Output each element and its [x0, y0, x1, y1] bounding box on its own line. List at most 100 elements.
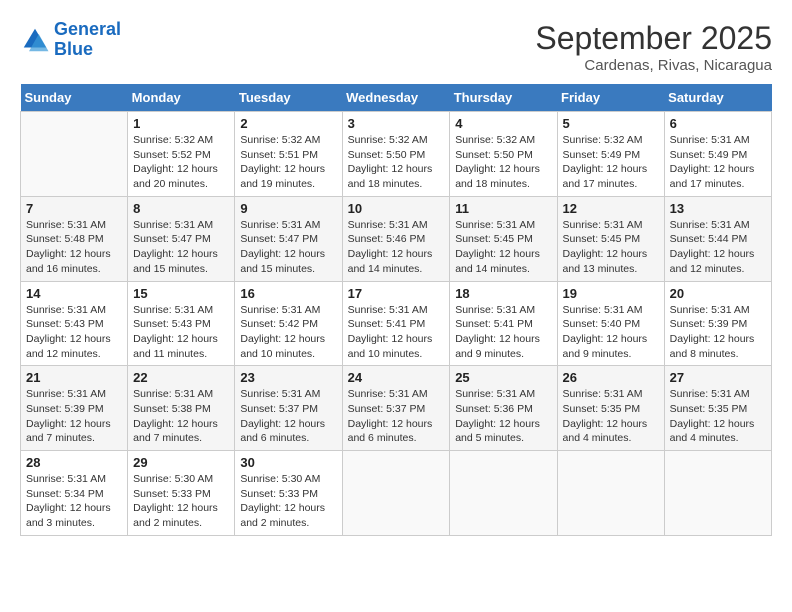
day-number: 26: [563, 370, 659, 385]
day-number: 15: [133, 286, 229, 301]
day-number: 27: [670, 370, 766, 385]
day-number: 25: [455, 370, 551, 385]
day-header-thursday: Thursday: [450, 84, 557, 112]
calendar-cell: 28 Sunrise: 5:31 AM Sunset: 5:34 PM Dayli…: [21, 451, 128, 536]
day-number: 6: [670, 116, 766, 131]
calendar-cell: [664, 451, 771, 536]
calendar-cell: 8Sunrise: 5:31 AM Sunset: 5:47 PM Daylig…: [128, 196, 235, 281]
calendar-cell: 23Sunrise: 5:31 AM Sunset: 5:37 PM Dayli…: [235, 366, 342, 451]
day-header-friday: Friday: [557, 84, 664, 112]
cell-info: Sunrise: 5:31 AM Sunset: 5:43 PM Dayligh…: [133, 303, 229, 362]
cell-info: Sunrise: 5:32 AM Sunset: 5:52 PM Dayligh…: [133, 133, 229, 192]
logo-line2: Blue: [54, 39, 93, 59]
day-number: 14: [26, 286, 122, 301]
calendar-cell: 11 Sunrise: 5:31 AM Sunset: 5:45 PM Dayli…: [450, 196, 557, 281]
day-header-saturday: Saturday: [664, 84, 771, 112]
day-number: 8: [133, 201, 229, 216]
calendar-cell: 26 Sunrise: 5:31 AM Sunset: 5:35 PM Dayli…: [557, 366, 664, 451]
calendar-cell: [342, 451, 450, 536]
calendar-week-4: 21Sunrise: 5:31 AM Sunset: 5:39 PM Dayli…: [21, 366, 772, 451]
day-header-sunday: Sunday: [21, 84, 128, 112]
calendar-cell: 25 Sunrise: 5:31 AM Sunset: 5:36 PM Dayli…: [450, 366, 557, 451]
day-header-tuesday: Tuesday: [235, 84, 342, 112]
cell-info: Sunrise: 5:31 AM Sunset: 5:37 PM Dayligh…: [240, 387, 336, 446]
day-header-wednesday: Wednesday: [342, 84, 450, 112]
cell-info: Sunrise: 5:31 AM Sunset: 5:44 PM Dayligh…: [670, 218, 766, 277]
day-number: 24: [348, 370, 445, 385]
day-number: 18: [455, 286, 551, 301]
calendar-cell: 9 Sunrise: 5:31 AM Sunset: 5:47 PM Daylig…: [235, 196, 342, 281]
cell-info: Sunrise: 5:31 AM Sunset: 5:35 PM Dayligh…: [563, 387, 659, 446]
day-number: 17: [348, 286, 445, 301]
day-number: 5: [563, 116, 659, 131]
cell-info: Sunrise: 5:31 AM Sunset: 5:40 PM Dayligh…: [563, 303, 659, 362]
cell-info: Sunrise: 5:31 AM Sunset: 5:46 PM Dayligh…: [348, 218, 445, 277]
cell-info: Sunrise: 5:31 AM Sunset: 5:39 PM Dayligh…: [670, 303, 766, 362]
day-number: 7: [26, 201, 122, 216]
calendar-cell: 27 Sunrise: 5:31 AM Sunset: 5:35 PM Dayli…: [664, 366, 771, 451]
day-number: 4: [455, 116, 551, 131]
logo-line1: General: [54, 19, 121, 39]
calendar-cell: 17 Sunrise: 5:31 AM Sunset: 5:41 PM Dayli…: [342, 281, 450, 366]
calendar-cell: 7 Sunrise: 5:31 AM Sunset: 5:48 PM Daylig…: [21, 196, 128, 281]
month-title: September 2025: [535, 20, 772, 57]
calendar-cell: 20 Sunrise: 5:31 AM Sunset: 5:39 PM Dayli…: [664, 281, 771, 366]
cell-info: Sunrise: 5:32 AM Sunset: 5:51 PM Dayligh…: [240, 133, 336, 192]
logo: General Blue: [20, 20, 121, 60]
calendar-cell: 5 Sunrise: 5:32 AM Sunset: 5:49 PM Daylig…: [557, 112, 664, 197]
day-number: 13: [670, 201, 766, 216]
cell-info: Sunrise: 5:31 AM Sunset: 5:37 PM Dayligh…: [348, 387, 445, 446]
calendar-cell: 6 Sunrise: 5:31 AM Sunset: 5:49 PM Daylig…: [664, 112, 771, 197]
cell-info: Sunrise: 5:31 AM Sunset: 5:39 PM Dayligh…: [26, 387, 122, 446]
calendar-cell: 18 Sunrise: 5:31 AM Sunset: 5:41 PM Dayli…: [450, 281, 557, 366]
cell-info: Sunrise: 5:31 AM Sunset: 5:47 PM Dayligh…: [240, 218, 336, 277]
calendar-cell: 12Sunrise: 5:31 AM Sunset: 5:45 PM Dayli…: [557, 196, 664, 281]
calendar-cell: 19 Sunrise: 5:31 AM Sunset: 5:40 PM Dayli…: [557, 281, 664, 366]
day-number: 10: [348, 201, 445, 216]
logo-text: General Blue: [54, 20, 121, 60]
calendar-cell: 1 Sunrise: 5:32 AM Sunset: 5:52 PM Daylig…: [128, 112, 235, 197]
cell-info: Sunrise: 5:31 AM Sunset: 5:45 PM Dayligh…: [563, 218, 659, 277]
cell-info: Sunrise: 5:32 AM Sunset: 5:49 PM Dayligh…: [563, 133, 659, 192]
day-number: 30: [240, 455, 336, 470]
header: General Blue September 2025 Cardenas, Ri…: [20, 20, 772, 74]
calendar-cell: 15 Sunrise: 5:31 AM Sunset: 5:43 PM Dayli…: [128, 281, 235, 366]
day-number: 3: [348, 116, 445, 131]
day-number: 11: [455, 201, 551, 216]
cell-info: Sunrise: 5:31 AM Sunset: 5:41 PM Dayligh…: [348, 303, 445, 362]
cell-info: Sunrise: 5:32 AM Sunset: 5:50 PM Dayligh…: [455, 133, 551, 192]
calendar-cell: 14 Sunrise: 5:31 AM Sunset: 5:43 PM Dayli…: [21, 281, 128, 366]
day-number: 28: [26, 455, 122, 470]
calendar-cell: 16Sunrise: 5:31 AM Sunset: 5:42 PM Dayli…: [235, 281, 342, 366]
calendar-cell: 3Sunrise: 5:32 AM Sunset: 5:50 PM Daylig…: [342, 112, 450, 197]
day-number: 9: [240, 201, 336, 216]
logo-icon: [20, 25, 50, 55]
cell-info: Sunrise: 5:30 AM Sunset: 5:33 PM Dayligh…: [133, 472, 229, 531]
cell-info: Sunrise: 5:31 AM Sunset: 5:41 PM Dayligh…: [455, 303, 551, 362]
cell-info: Sunrise: 5:31 AM Sunset: 5:49 PM Dayligh…: [670, 133, 766, 192]
cell-info: Sunrise: 5:30 AM Sunset: 5:33 PM Dayligh…: [240, 472, 336, 531]
calendar-cell: 30 Sunrise: 5:30 AM Sunset: 5:33 PM Dayli…: [235, 451, 342, 536]
cell-info: Sunrise: 5:31 AM Sunset: 5:36 PM Dayligh…: [455, 387, 551, 446]
calendar-header-row: SundayMondayTuesdayWednesdayThursdayFrid…: [21, 84, 772, 112]
cell-info: Sunrise: 5:31 AM Sunset: 5:35 PM Dayligh…: [670, 387, 766, 446]
cell-info: Sunrise: 5:31 AM Sunset: 5:45 PM Dayligh…: [455, 218, 551, 277]
calendar-cell: 24 Sunrise: 5:31 AM Sunset: 5:37 PM Dayli…: [342, 366, 450, 451]
calendar-cell: 13 Sunrise: 5:31 AM Sunset: 5:44 PM Dayli…: [664, 196, 771, 281]
calendar-week-3: 14 Sunrise: 5:31 AM Sunset: 5:43 PM Dayli…: [21, 281, 772, 366]
cell-info: Sunrise: 5:31 AM Sunset: 5:34 PM Dayligh…: [26, 472, 122, 531]
day-number: 1: [133, 116, 229, 131]
calendar-week-2: 7 Sunrise: 5:31 AM Sunset: 5:48 PM Daylig…: [21, 196, 772, 281]
cell-info: Sunrise: 5:31 AM Sunset: 5:38 PM Dayligh…: [133, 387, 229, 446]
day-number: 20: [670, 286, 766, 301]
cell-info: Sunrise: 5:31 AM Sunset: 5:42 PM Dayligh…: [240, 303, 336, 362]
calendar-cell: 21Sunrise: 5:31 AM Sunset: 5:39 PM Dayli…: [21, 366, 128, 451]
day-number: 29: [133, 455, 229, 470]
calendar-cell: 22Sunrise: 5:31 AM Sunset: 5:38 PM Dayli…: [128, 366, 235, 451]
cell-info: Sunrise: 5:31 AM Sunset: 5:43 PM Dayligh…: [26, 303, 122, 362]
calendar-cell: [557, 451, 664, 536]
calendar-week-1: 1 Sunrise: 5:32 AM Sunset: 5:52 PM Daylig…: [21, 112, 772, 197]
calendar-cell: 10 Sunrise: 5:31 AM Sunset: 5:46 PM Dayli…: [342, 196, 450, 281]
day-number: 19: [563, 286, 659, 301]
cell-info: Sunrise: 5:31 AM Sunset: 5:48 PM Dayligh…: [26, 218, 122, 277]
